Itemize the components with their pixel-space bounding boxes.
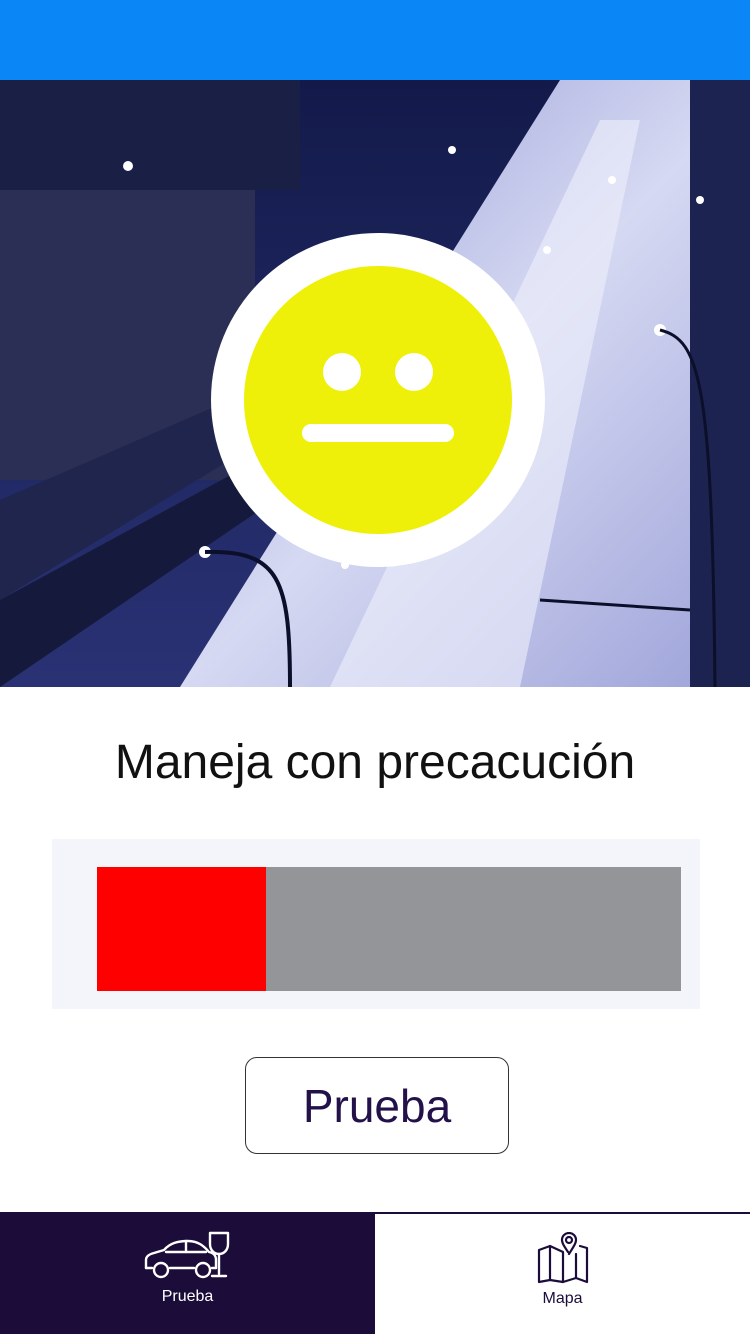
- tab-bar: Prueba Mapa: [0, 1212, 750, 1334]
- level-meter-fill: [97, 867, 267, 991]
- face-right-eye: [395, 353, 433, 391]
- face-mouth: [302, 424, 454, 442]
- tab-prueba[interactable]: Prueba: [0, 1212, 375, 1334]
- neutral-face-icon: [244, 266, 512, 534]
- level-meter: [97, 867, 681, 991]
- top-bar: [0, 0, 750, 80]
- test-button[interactable]: Prueba: [245, 1057, 509, 1154]
- tab-mapa[interactable]: Mapa: [375, 1212, 750, 1334]
- status-message: Maneja con precacución: [114, 736, 636, 789]
- tab-mapa-label: Mapa: [542, 1290, 583, 1307]
- map-pin-icon: [537, 1232, 588, 1284]
- tab-prueba-label: Prueba: [161, 1288, 214, 1305]
- face-left-eye: [323, 353, 361, 391]
- car-drink-icon: [144, 1231, 229, 1279]
